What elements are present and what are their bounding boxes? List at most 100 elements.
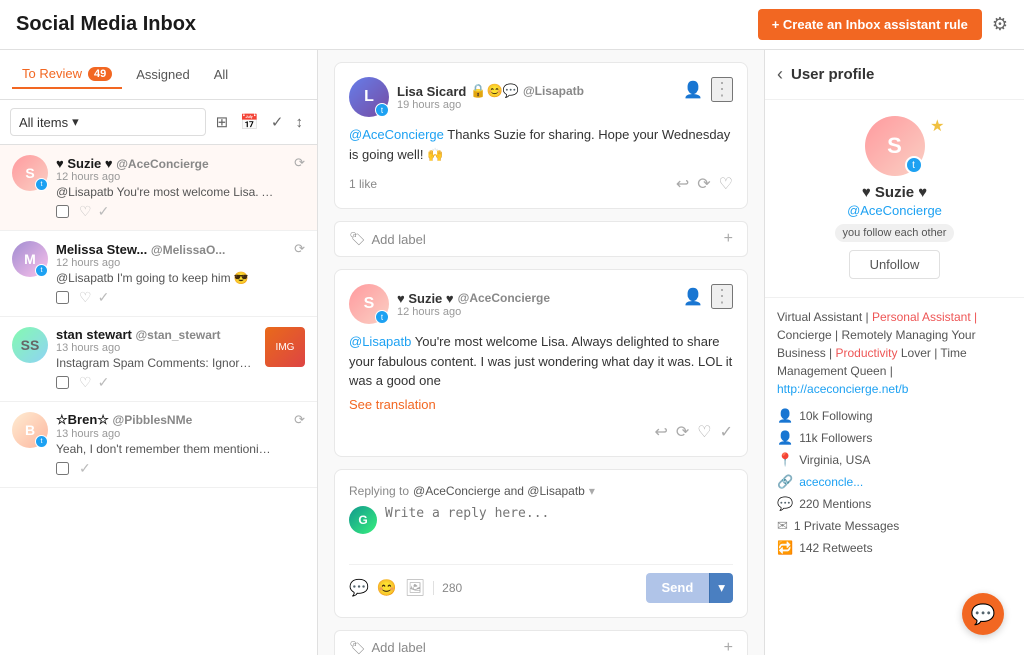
bio-link[interactable]: http://aceconcierge.net/b: [777, 382, 908, 396]
item-like-button[interactable]: ♡: [79, 289, 92, 306]
item-check-button[interactable]: ✓: [98, 203, 110, 220]
check-button[interactable]: ✓: [267, 109, 288, 135]
tab-assigned-label: Assigned: [136, 67, 189, 82]
item-text: Yeah, I don't remember them mentioning m…: [56, 442, 276, 456]
retweet-icon: ⟳: [294, 155, 305, 171]
panel-header: ‹ User profile: [765, 50, 1024, 100]
more-options-button[interactable]: ⋮: [711, 77, 733, 102]
link-value[interactable]: aceconcle...: [799, 475, 863, 489]
message-footer: ↩ ⟳ ♡ ✓: [349, 422, 733, 442]
list-item[interactable]: S t ♥ Suzie ♥ @AceConcierge ⟳ 12 hours a…: [0, 145, 317, 231]
reply-chevron-icon[interactable]: ▾: [589, 484, 595, 498]
message-time: 12 hours ago: [397, 306, 550, 318]
reply-image-button[interactable]: 🖼: [405, 578, 425, 598]
location-value: Virginia, USA: [799, 453, 870, 467]
chat-widget[interactable]: 💬: [962, 593, 1004, 635]
see-translation-link[interactable]: See translation: [349, 391, 733, 412]
author-avatar-wrap: S t: [349, 284, 389, 324]
send-dropdown-button[interactable]: ▾: [709, 573, 733, 603]
tab-assigned[interactable]: Assigned: [126, 61, 199, 88]
profile-star-icon[interactable]: ★: [930, 116, 944, 136]
author-avatar-wrap: L t: [349, 77, 389, 117]
message-author: L t Lisa Sicard 🔒😊💬 @Lisapatb 19 hours a…: [349, 77, 584, 117]
like-button[interactable]: ♡: [719, 174, 733, 194]
assign-button[interactable]: 👤: [683, 287, 703, 307]
filter-select[interactable]: All items ▾: [10, 108, 206, 136]
profile-handle[interactable]: @AceConcierge: [847, 203, 942, 218]
message-header: S t ♥ Suzie ♥ @AceConcierge 12 hours ago: [349, 284, 733, 324]
feed-inner: L t Lisa Sicard 🔒😊💬 @Lisapatb 19 hours a…: [318, 50, 764, 655]
like-button[interactable]: ♡: [697, 422, 711, 442]
messages-icon: ✉: [777, 518, 788, 534]
calendar-button[interactable]: 📅: [236, 109, 263, 135]
chat-icon: 💬: [971, 602, 996, 627]
item-actions: ✓: [56, 460, 305, 477]
messages-stat: ✉ 1 Private Messages: [777, 518, 1012, 534]
author-info: ♥ Suzie ♥ @AceConcierge 12 hours ago: [397, 291, 550, 318]
item-actions: ♡ ✓: [56, 289, 305, 306]
author-name: ♥ Suzie ♥ @AceConcierge: [397, 291, 550, 306]
productivity-text: Productivity: [835, 346, 897, 360]
grid-view-button[interactable]: ⊞: [212, 109, 233, 135]
item-check-button[interactable]: ✓: [79, 460, 91, 477]
header-actions: + Create an Inbox assistant rule ⚙: [758, 9, 1008, 40]
list-item[interactable]: B t ☆Bren☆ @PibblesNMe ⟳ 13 hours ago Ye…: [0, 402, 317, 488]
assign-button[interactable]: 👤: [683, 80, 703, 100]
item-checkbox[interactable]: [56, 291, 69, 304]
add-label-plus-icon-2[interactable]: +: [724, 639, 733, 655]
list-item[interactable]: M t Melissa Stew... @MelissaO... ⟳ 12 ho…: [0, 231, 317, 317]
retweet-button[interactable]: ⟳: [697, 174, 710, 194]
add-label-row-2: 🏷 Add label +: [334, 630, 748, 655]
tab-to-review-label: To Review: [22, 66, 82, 81]
create-rule-button[interactable]: + Create an Inbox assistant rule: [758, 9, 982, 40]
tab-to-review[interactable]: To Review 49: [12, 60, 122, 89]
author-badges: 🔒😊💬: [470, 83, 519, 99]
unfollow-button[interactable]: Unfollow: [849, 250, 941, 279]
tab-all[interactable]: All: [204, 61, 238, 88]
message-body: @AceConcierge Thanks Suzie for sharing. …: [349, 125, 733, 164]
item-header: stan stewart @stan_stewart: [56, 327, 257, 342]
reply-textarea[interactable]: [385, 506, 733, 556]
list-item[interactable]: SS stan stewart @stan_stewart 13 hours a…: [0, 317, 317, 402]
reply-user-avatar: G: [349, 506, 377, 534]
retweets-icon: 🔁: [777, 540, 793, 556]
item-time: 12 hours ago: [56, 257, 305, 269]
avatar-wrap: SS: [12, 327, 48, 363]
sort-button[interactable]: ↕: [292, 109, 308, 135]
reply-button[interactable]: ↩: [676, 174, 689, 194]
item-checkbox[interactable]: [56, 376, 69, 389]
add-label-plus-icon[interactable]: +: [724, 230, 733, 248]
item-time: 13 hours ago: [56, 428, 305, 440]
replying-to-label: Replying to @AceConcierge and @Lisapatb …: [349, 484, 733, 498]
item-content: Melissa Stew... @MelissaO... ⟳ 12 hours …: [56, 241, 305, 306]
more-options-button[interactable]: ⋮: [711, 284, 733, 309]
item-check-button[interactable]: ✓: [98, 374, 110, 391]
reply-button[interactable]: ↩: [654, 422, 667, 442]
send-button[interactable]: Send: [646, 573, 710, 603]
follow-badge: you follow each other: [835, 224, 955, 242]
followers-stat: 👤 11k Followers: [777, 430, 1012, 446]
link-icon: 🔗: [777, 474, 793, 490]
message-footer: 1 like ↩ ⟳ ♡: [349, 174, 733, 194]
following-icon: 👤: [777, 408, 793, 424]
item-text: @Lisapatb I'm going to keep him 😎: [56, 271, 276, 285]
gear-icon: ⚙: [992, 14, 1008, 34]
add-label-button-2[interactable]: 🏷 Add label: [349, 640, 426, 655]
add-label-button[interactable]: 🏷 Add label: [349, 231, 426, 247]
retweet-button[interactable]: ⟳: [676, 422, 689, 442]
gear-button[interactable]: ⚙: [992, 14, 1008, 35]
message-actions: ↩ ⟳ ♡: [676, 174, 733, 194]
item-checkbox[interactable]: [56, 205, 69, 218]
item-like-button[interactable]: ♡: [79, 374, 92, 391]
reply-emoji-face-button[interactable]: 😊: [377, 578, 397, 598]
message-author: S t ♥ Suzie ♥ @AceConcierge 12 hours ago: [349, 284, 550, 324]
check-button[interactable]: ✓: [720, 422, 733, 442]
reply-emoji-button[interactable]: 💬: [349, 578, 369, 598]
item-checkbox[interactable]: [56, 462, 69, 475]
page-title: Social Media Inbox: [16, 13, 196, 36]
item-like-button[interactable]: ♡: [79, 203, 92, 220]
panel-back-button[interactable]: ‹: [777, 64, 783, 85]
retweets-value: 142 Retweets: [799, 541, 872, 555]
avatar-wrap: B t: [12, 412, 48, 448]
item-check-button[interactable]: ✓: [98, 289, 110, 306]
